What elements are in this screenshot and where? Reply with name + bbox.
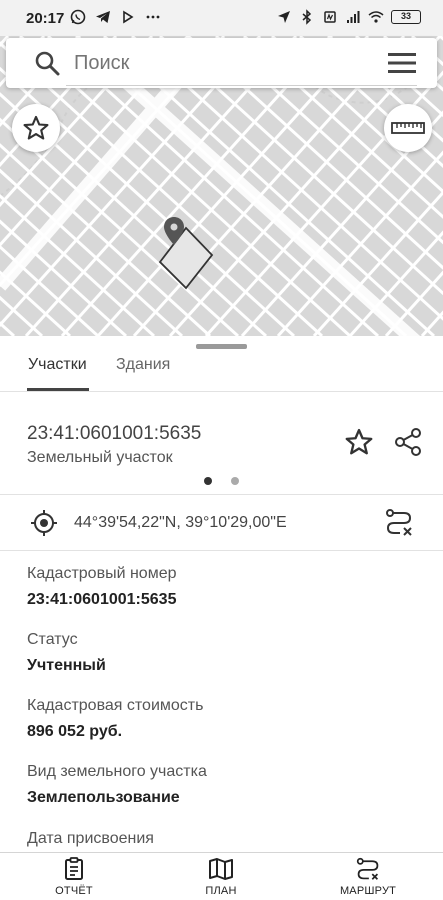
nav-route-label: МАРШРУТ: [339, 885, 397, 897]
status-system-icons: 33: [276, 9, 421, 25]
location-pin-icon: [164, 217, 184, 245]
more-dots-icon: [146, 15, 160, 19]
battery-icon: 33: [391, 10, 421, 24]
coordinates-row: 44°39'54,22"N, 39°10'29,00"E: [0, 495, 443, 551]
field-label: Статус: [27, 631, 78, 648]
nav-report[interactable]: ОТЧЁТ: [29, 857, 119, 897]
tab-bar: Участки Здания: [0, 350, 443, 392]
route-icon[interactable]: [384, 507, 414, 537]
field-label: Кадастровая стоимость: [27, 697, 204, 714]
field-label: Дата присвоения: [27, 830, 154, 847]
map-icon: [209, 858, 233, 880]
share-icon[interactable]: [394, 427, 422, 457]
drag-handle[interactable]: [196, 344, 247, 349]
bottom-navigation: ОТЧЁТ ПЛАН МАРШРУТ: [0, 852, 443, 900]
field-value: 896 052 руб.: [27, 723, 123, 740]
star-icon[interactable]: [344, 427, 374, 457]
route-icon: [356, 857, 379, 880]
search-bar: [6, 38, 437, 88]
nav-report-label: ОТЧЁТ: [55, 885, 93, 897]
nav-plan[interactable]: ПЛАН: [176, 857, 266, 897]
search-underline: [66, 85, 417, 86]
field-land-type: Вид земельного участка Землепользование: [27, 763, 207, 807]
location-icon: [278, 11, 290, 23]
field-cadastral-value: Кадастровая стоимость 896 052 руб.: [27, 697, 203, 741]
field-assignment-date: Дата присвоения: [27, 830, 154, 848]
field-value: Учтенный: [27, 657, 106, 674]
star-outline-icon: [23, 115, 49, 140]
favorites-button[interactable]: [12, 104, 60, 152]
parcel-number: 23:41:0601001:5635: [27, 423, 202, 444]
bluetooth-icon: [302, 9, 312, 25]
signal-4g-icon: [347, 11, 360, 23]
field-label: Кадастровый номер: [27, 565, 177, 582]
parcel-header: 23:41:0601001:5635 Земельный участок: [0, 393, 443, 495]
status-time: 20:17: [26, 10, 65, 27]
telegram-icon: [96, 11, 110, 23]
nav-route[interactable]: МАРШРУТ: [323, 857, 413, 897]
ruler-button[interactable]: [384, 104, 432, 152]
crosshair-icon[interactable]: [30, 509, 58, 537]
field-label: Вид земельного участка: [27, 763, 207, 780]
info-sheet: Участки Здания 23:41:0601001:5635 Земель…: [0, 336, 443, 852]
field-value: 23:41:0601001:5635: [27, 591, 177, 608]
report-icon: [65, 857, 83, 880]
field-cadastral-number: Кадастровый номер 23:41:0601001:5635: [27, 565, 177, 609]
page-dot-active[interactable]: [204, 477, 212, 485]
vibrate-icon: [324, 11, 336, 23]
search-icon[interactable]: [34, 50, 60, 76]
page-dot[interactable]: [231, 477, 239, 485]
field-value: Землепользование: [27, 789, 180, 806]
field-status: Статус Учтенный: [27, 631, 106, 675]
active-tab-indicator: [27, 388, 89, 391]
coordinates-text: 44°39'54,22"N, 39°10'29,00"E: [74, 514, 287, 531]
status-bar: 20:17 33: [0, 0, 443, 36]
tab-parcels[interactable]: Участки: [28, 356, 87, 374]
parcel-type: Земельный участок: [27, 449, 173, 466]
search-input[interactable]: [74, 50, 374, 76]
ruler-icon: [391, 122, 425, 134]
wifi-icon: [368, 11, 384, 23]
whatsapp-icon: [70, 9, 86, 25]
menu-icon[interactable]: [387, 51, 417, 75]
tab-buildings[interactable]: Здания: [116, 356, 170, 374]
play-icon: [123, 10, 134, 24]
status-notification-icons: [70, 9, 161, 25]
nav-plan-label: ПЛАН: [205, 885, 237, 897]
